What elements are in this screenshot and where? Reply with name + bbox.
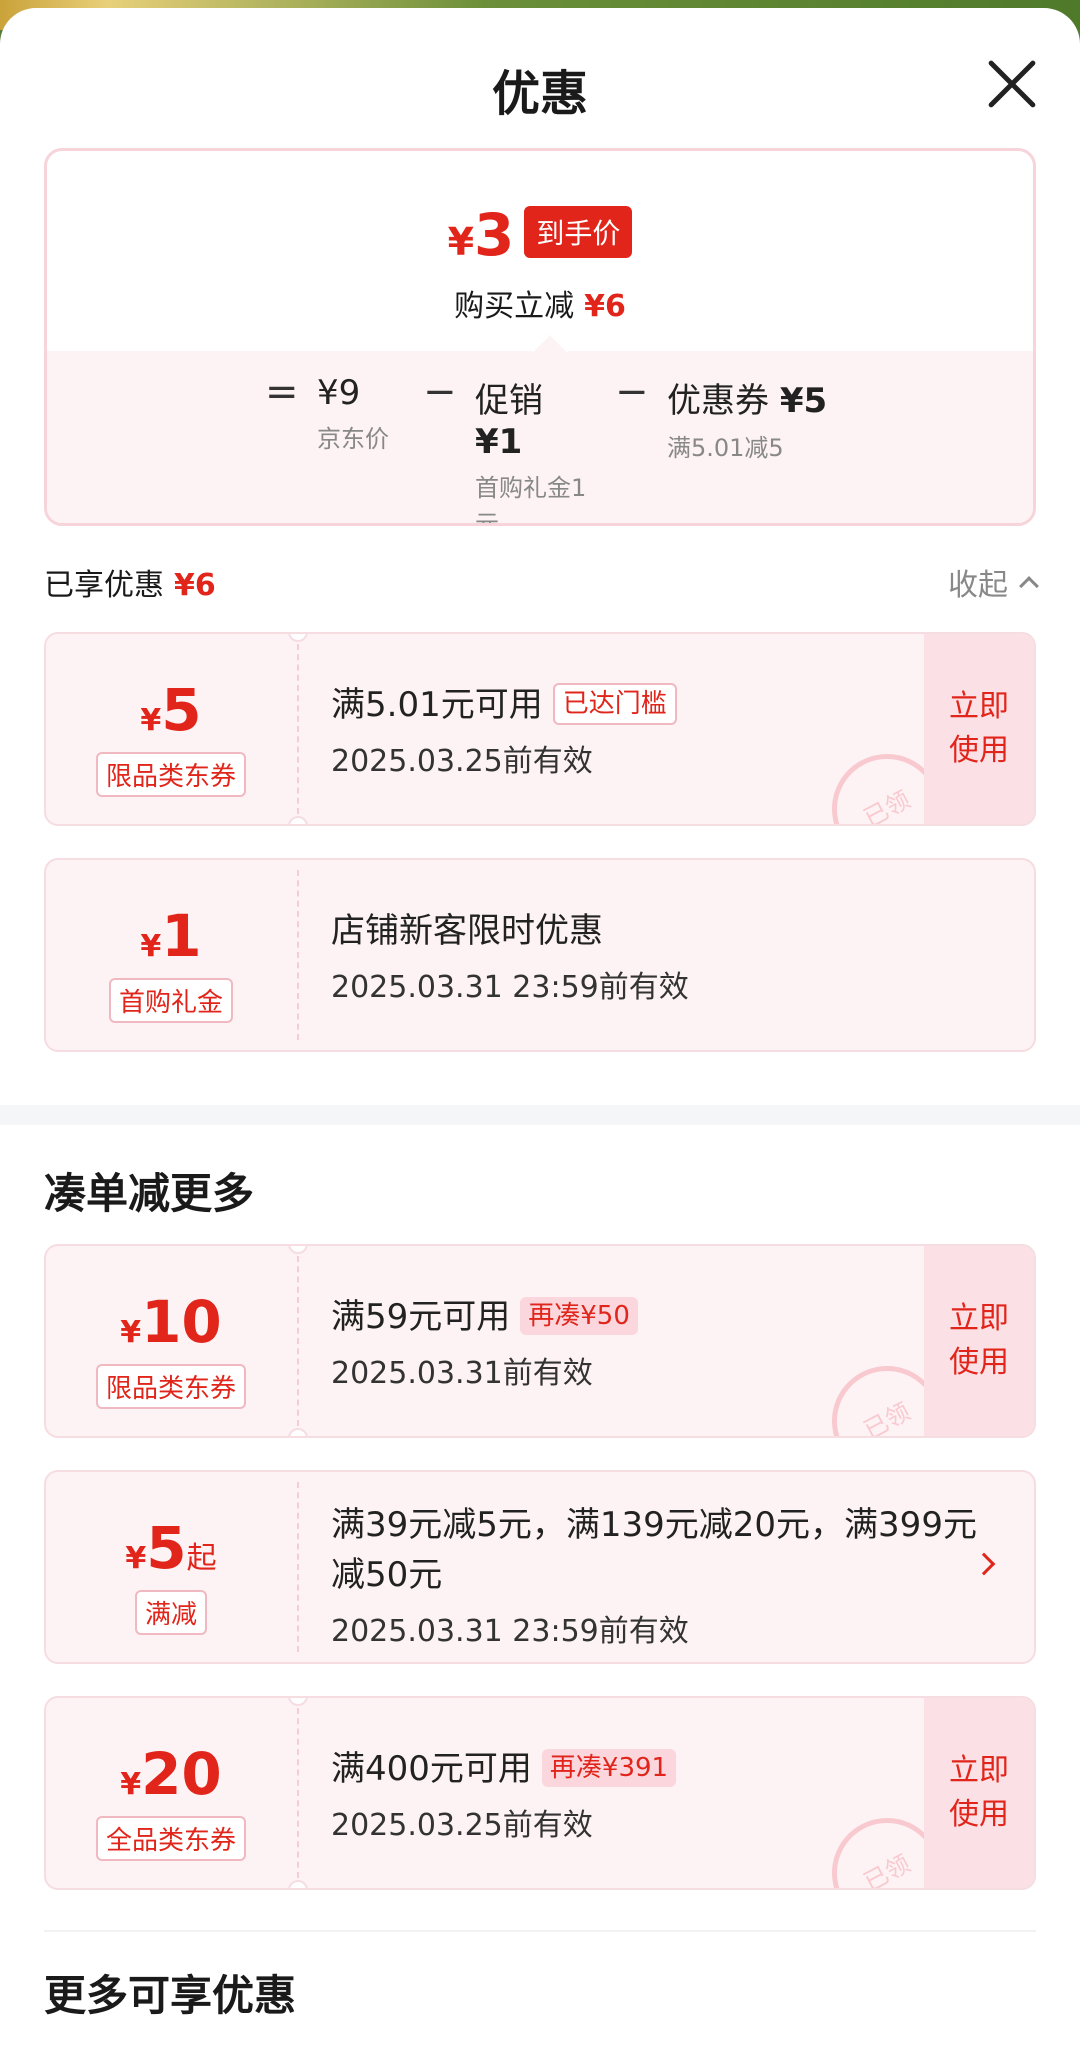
- coupon-divider: [297, 644, 299, 814]
- coupon-label: 优惠券: [667, 381, 769, 421]
- enjoyed-discount-header: 已享优惠 ¥6 收起: [44, 560, 1039, 610]
- coupon-details: 店铺新客限时优惠 2025.03.31 23:59前有效: [331, 906, 971, 1006]
- coupon-divider: [297, 1708, 299, 1878]
- minus-sign: −: [423, 369, 457, 415]
- coupon-currency: ¥: [140, 703, 162, 738]
- section-divider: [0, 1105, 1080, 1125]
- coupon-notch: [288, 1880, 308, 1888]
- coupon-desc: 满5.01减5: [667, 434, 784, 462]
- threshold-met-badge: 已达门槛: [552, 683, 677, 725]
- breakdown-coupon: 优惠券 ¥5 满5.01减5: [667, 373, 887, 466]
- coupon-notch: [288, 816, 308, 824]
- coupon-details: 满39元减5元，满139元减20元，满399元减50元 2025.03.31 2…: [331, 1500, 991, 1650]
- add-more-badge: 再凑¥50: [520, 1297, 638, 1335]
- enjoyed-amount: ¥6: [174, 568, 216, 603]
- coupon-value: ¥20 全品类东券: [46, 1698, 296, 1888]
- coupon-amount: 20: [141, 1740, 222, 1808]
- breakdown-promotion: 促销 ¥1 首购礼金1元: [475, 373, 599, 526]
- coupon-validity: 2025.03.31 23:59前有效: [331, 1614, 689, 1649]
- final-price-currency: ¥: [447, 220, 475, 264]
- coupon-currency: ¥: [125, 1541, 147, 1576]
- coupon-type-tag: 限品类东券: [95, 1364, 246, 1409]
- coupon-type-tag: 首购礼金: [108, 978, 233, 1023]
- use-now-button[interactable]: 立即使用: [924, 1698, 1034, 1888]
- coupon-condition: 满39元减5元，满139元减20元，满399元减50元: [331, 1505, 977, 1595]
- promotion-amount: ¥1: [475, 422, 523, 462]
- instant-saving-amount: ¥6: [584, 289, 626, 324]
- price-breakdown: = ¥9 京东价 − 促销 ¥1 首购礼金1元 − 优惠券 ¥5 满5.01减5: [47, 332, 1033, 526]
- promotion-label: 促销: [475, 381, 543, 421]
- coupon-card[interactable]: ¥5 限品类东券 满5.01元可用 已达门槛 2025.03.25前有效 已领 立…: [44, 632, 1036, 826]
- final-price-area: ¥3 到手价 购买立减 ¥6: [47, 151, 1033, 351]
- use-now-button[interactable]: 立即使用: [924, 1246, 1034, 1436]
- collapse-button[interactable]: 收起: [948, 560, 1039, 604]
- coupon-condition: 满5.01元可用: [331, 685, 543, 725]
- coupon-currency: ¥: [140, 929, 162, 964]
- close-icon[interactable]: [984, 56, 1040, 112]
- coupon-currency: ¥: [120, 1767, 142, 1802]
- breakdown-jd-price: ¥9 京东价: [317, 373, 427, 457]
- sheet-title: 优惠: [491, 66, 588, 122]
- coupon-divider: [297, 870, 299, 1040]
- add-more-badge: 再凑¥391: [541, 1749, 677, 1787]
- coupon-amount: 5: [161, 676, 202, 744]
- coupon-amount: 1: [161, 902, 202, 970]
- coupon-amount: 5: [146, 1514, 187, 1582]
- coupon-type-tag: 限品类东券: [95, 752, 246, 797]
- coupon-value: ¥5起 满减: [46, 1472, 296, 1662]
- use-now-label: 立即使用: [949, 1753, 1009, 1832]
- coupon-value: ¥1 首购礼金: [46, 860, 296, 1050]
- sheet-header: 优惠: [0, 8, 1080, 148]
- coupon-card: ¥1 首购礼金 店铺新客限时优惠 2025.03.31 23:59前有效: [44, 858, 1036, 1052]
- section-title-other-offers: 更多可享优惠: [44, 1971, 297, 2020]
- coupon-validity: 2025.03.31 23:59前有效: [331, 970, 689, 1005]
- final-price-tag: 到手价: [524, 206, 633, 258]
- coupon-type-tag: 全品类东券: [95, 1816, 246, 1861]
- coupon-condition: 店铺新客限时优惠: [331, 911, 603, 951]
- coupon-divider: [297, 1256, 299, 1426]
- coupon-condition: 满400元可用: [331, 1749, 532, 1789]
- final-price-amount: 3: [474, 201, 515, 269]
- chevron-up-icon: [1019, 576, 1039, 596]
- coupon-value: ¥5 限品类东券: [46, 634, 296, 824]
- coupon-amount-suffix: 起: [186, 1541, 217, 1576]
- coupon-notch: [288, 1428, 308, 1436]
- jd-price-label: 京东价: [317, 425, 389, 453]
- final-price: ¥3 到手价: [47, 201, 1033, 269]
- section-title-more-savings: 凑单减更多: [44, 1169, 255, 1218]
- coupon-amount: ¥5: [779, 381, 828, 421]
- equals-sign: =: [265, 369, 299, 415]
- section-divider: [44, 1930, 1036, 1932]
- use-now-button[interactable]: 立即使用: [924, 634, 1034, 824]
- coupon-card[interactable]: ¥5起 满减 满39元减5元，满139元减20元，满399元减50元 2025.…: [44, 1470, 1036, 1664]
- coupon-divider: [297, 1482, 299, 1652]
- use-now-label: 立即使用: [949, 1301, 1009, 1380]
- price-summary-card: ¥3 到手价 购买立减 ¥6 = ¥9 京东价 − 促销 ¥1 首购礼金1元 − 优…: [44, 148, 1036, 526]
- instant-saving: 购买立减 ¥6: [47, 281, 1033, 325]
- coupon-value: ¥10 限品类东券: [46, 1246, 296, 1436]
- jd-price-amount: ¥9: [317, 373, 361, 413]
- discount-sheet: 优惠 ¥3 到手价 购买立减 ¥6 = ¥9 京东价 − 促销 ¥1 首购礼金1元 …: [0, 8, 1080, 2051]
- use-now-label: 立即使用: [949, 689, 1009, 768]
- enjoyed-label: 已享优惠: [44, 568, 164, 603]
- instant-saving-label: 购买立减: [454, 289, 575, 324]
- coupon-type-tag: 满减: [134, 1590, 207, 1635]
- coupon-card[interactable]: ¥10 限品类东券 满59元可用 再凑¥50 2025.03.31前有效 已领 立…: [44, 1244, 1036, 1438]
- minus-sign: −: [615, 369, 649, 415]
- promotion-desc: 首购礼金1元: [475, 474, 587, 526]
- coupon-card[interactable]: ¥20 全品类东券 满400元可用 再凑¥391 2025.03.25前有效 已领…: [44, 1696, 1036, 1890]
- coupon-amount: 10: [141, 1288, 222, 1356]
- collapse-label: 收起: [948, 568, 1008, 603]
- coupon-condition: 满59元可用: [331, 1297, 511, 1337]
- coupon-currency: ¥: [120, 1315, 142, 1350]
